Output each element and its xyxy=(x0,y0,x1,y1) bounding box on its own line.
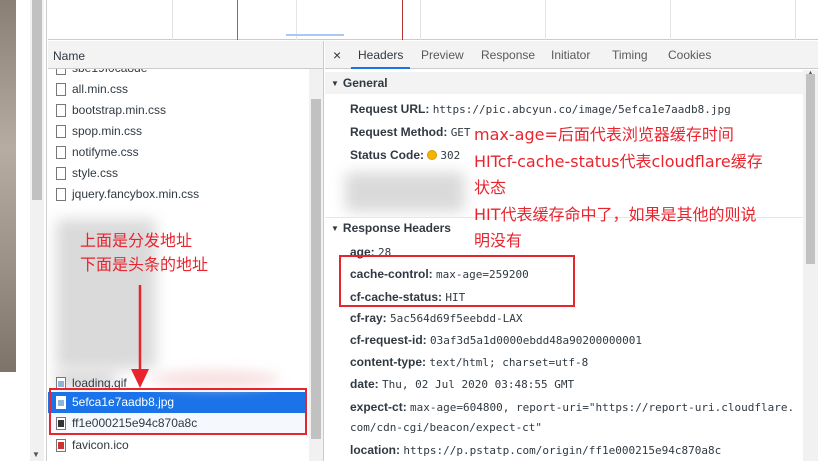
timeline-domcontentloaded-marker xyxy=(237,0,238,40)
request-name: all.min.css xyxy=(72,82,129,96)
file-icon xyxy=(56,69,66,75)
request-url-row: Request URL: https://pic.abcyun.co/image… xyxy=(350,102,731,116)
file-icon xyxy=(56,167,66,180)
timeline-gridline xyxy=(545,0,546,40)
request-name: favicon.ico xyxy=(72,438,129,452)
tab-headers[interactable]: Headers xyxy=(351,41,411,69)
header-row: cf-request-id: 03af3d5a1d0000ebdd48a9020… xyxy=(350,333,642,347)
request-list-scrollbar[interactable] xyxy=(309,69,323,461)
expand-triangle-icon: ▼ xyxy=(331,79,339,88)
general-section-bar[interactable] xyxy=(325,72,803,94)
request-row[interactable]: spop.min.css xyxy=(48,121,306,142)
request-row[interactable]: style.css xyxy=(48,163,306,184)
name-column-header[interactable]: Name xyxy=(48,41,323,69)
general-section-title[interactable]: ▼ General xyxy=(331,73,388,93)
page-edge: ▼ xyxy=(0,0,47,461)
tab-timing[interactable]: Timing xyxy=(612,41,648,69)
tab-response[interactable]: Response xyxy=(481,41,535,69)
status-warning-icon xyxy=(427,150,438,160)
file-icon xyxy=(56,125,66,138)
header-row-continued: com/cdn-cgi/beacon/expect-ct" xyxy=(350,421,543,434)
annotation-text-right-2: HITcf-cache-status代表cloudflare缓存 xyxy=(474,152,763,171)
request-row[interactable]: notifyme.css xyxy=(48,142,306,163)
devtools-screenshot: ▼ Name sbe19f0ca8de all.min.css bootstra… xyxy=(0,0,818,461)
network-overview-timeline[interactable] xyxy=(48,0,818,40)
timeline-request-bar xyxy=(286,34,344,36)
tab-cookies[interactable]: Cookies xyxy=(668,41,711,69)
tab-preview[interactable]: Preview xyxy=(421,41,464,69)
request-detail-panel: × Headers Preview Response Initiator Tim… xyxy=(325,41,818,461)
header-row: date: Thu, 02 Jul 2020 03:48:55 GMT xyxy=(350,377,575,391)
detail-scrollbar-thumb[interactable] xyxy=(806,74,815,264)
file-icon xyxy=(56,83,66,96)
request-name: style.css xyxy=(72,166,119,180)
annotation-text-right-1: max-age=后面代表浏览器缓存时间 xyxy=(474,125,734,144)
tab-initiator[interactable]: Initiator xyxy=(551,41,590,69)
request-row[interactable]: all.min.css xyxy=(48,79,306,100)
request-row[interactable]: favicon.ico xyxy=(48,435,306,456)
file-icon xyxy=(56,188,66,201)
request-name: bootstrap.min.css xyxy=(72,103,167,117)
header-row: location: https://p.pstatp.com/origin/ff… xyxy=(350,443,722,457)
timeline-load-marker xyxy=(402,0,403,40)
annotation-box-request-rows xyxy=(49,388,307,435)
request-method-row: Request Method: GET xyxy=(350,125,471,139)
header-row: expect-ct: max-age=604800, report-uri="h… xyxy=(350,400,795,414)
request-name: jquery.fancybox.min.css xyxy=(72,187,200,201)
file-icon xyxy=(56,104,66,117)
annotation-text-left-1: 上面是分发地址 xyxy=(80,231,193,250)
request-row[interactable]: jquery.fancybox.min.css xyxy=(48,184,306,205)
expand-triangle-icon: ▼ xyxy=(331,224,339,233)
request-row[interactable]: sbe19f0ca8de xyxy=(48,69,306,79)
request-name: spop.min.css xyxy=(72,124,143,138)
request-name: sbe19f0ca8de xyxy=(72,69,147,75)
annotation-box-cache-headers xyxy=(339,255,575,307)
annotation-text-right-3: 状态 xyxy=(474,178,507,197)
timeline-gridline xyxy=(670,0,671,40)
detail-tabs: × Headers Preview Response Initiator Tim… xyxy=(325,41,818,69)
response-headers-section-title[interactable]: ▼ Response Headers xyxy=(331,218,451,238)
close-icon[interactable]: × xyxy=(333,47,341,63)
timeline-gridline xyxy=(795,0,796,40)
annotation-text-left-2: 下面是头条的地址 xyxy=(80,255,209,274)
annotation-text-right-4: HIT代表缓存命中了，如果是其他的则说 xyxy=(474,205,757,224)
scroll-down-arrow-icon[interactable]: ▼ xyxy=(32,450,40,459)
annotation-text-right-5: 明没有 xyxy=(474,231,523,250)
request-row[interactable]: bootstrap.min.css xyxy=(48,100,306,121)
file-icon xyxy=(56,146,66,159)
request-list-scrollbar-thumb[interactable] xyxy=(311,99,321,439)
page-photo-edge xyxy=(0,0,16,372)
request-name: notifyme.css xyxy=(72,145,139,159)
detail-scrollbar[interactable]: ▲ xyxy=(803,70,818,461)
annotation-arrow-icon xyxy=(131,285,149,388)
timeline-gridline xyxy=(420,0,421,40)
blurred-headers xyxy=(345,172,465,212)
favicon-file-icon xyxy=(56,439,66,452)
status-code-row: Status Code: 302 xyxy=(350,148,461,162)
timeline-gridline xyxy=(172,0,173,40)
header-row: cf-ray: 5ac564d69f5eebdd-LAX xyxy=(350,311,523,325)
annotation-smudge xyxy=(150,370,280,388)
header-row: content-type: text/html; charset=utf-8 xyxy=(350,355,589,369)
page-scrollbar-thumb[interactable] xyxy=(32,0,42,200)
